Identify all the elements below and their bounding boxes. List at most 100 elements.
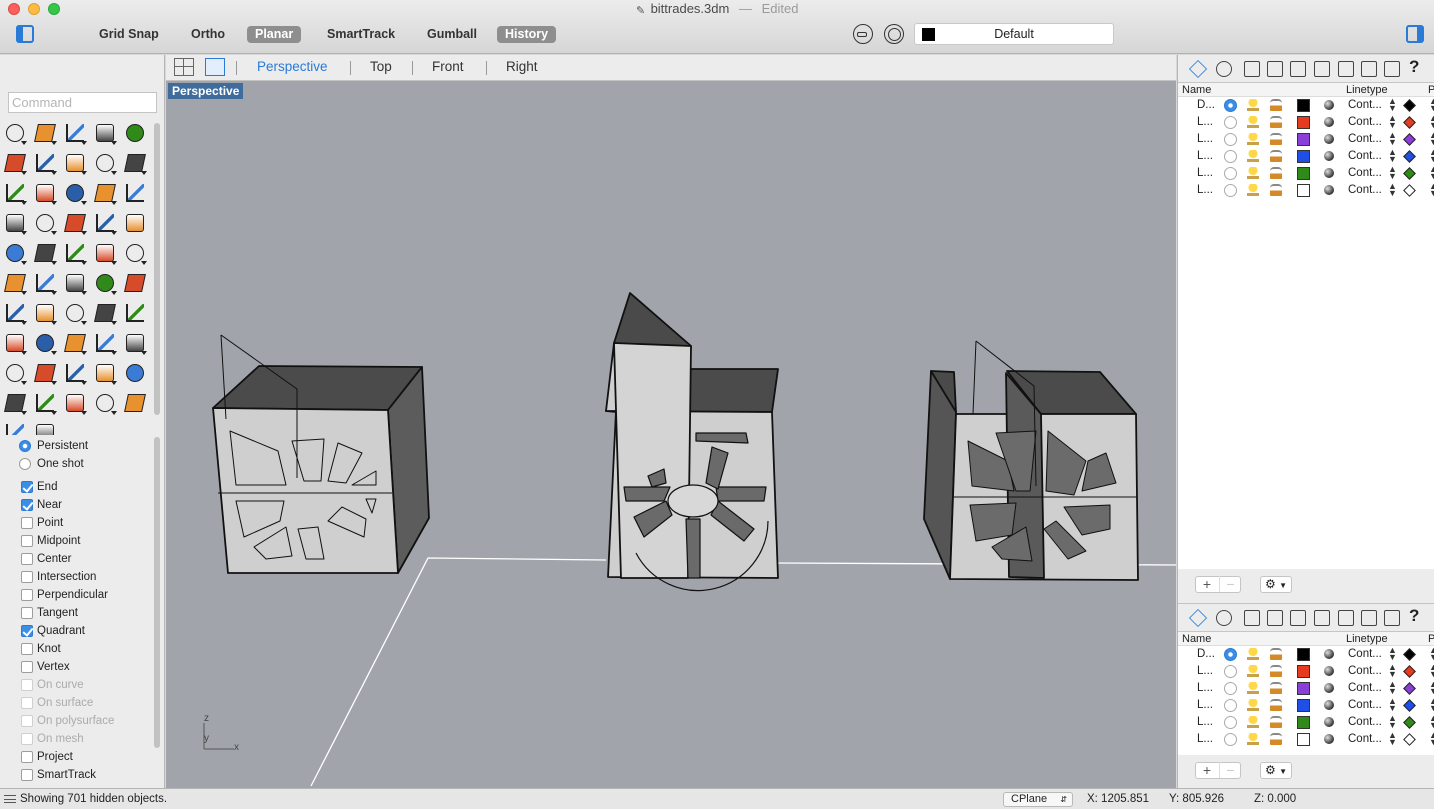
viewport-icon[interactable] xyxy=(1361,61,1377,77)
name-column-header[interactable]: Name xyxy=(1182,632,1211,646)
visibility-bulb-icon[interactable] xyxy=(1247,716,1259,728)
layer-color-swatch[interactable] xyxy=(1297,733,1310,746)
linetype-stepper-icon[interactable]: ▲ ▼ xyxy=(1388,697,1397,713)
rebuild-tool-icon[interactable] xyxy=(93,241,117,265)
unlock-icon[interactable] xyxy=(1270,716,1282,728)
document-icon[interactable] xyxy=(1244,610,1260,626)
planar-button[interactable]: Planar xyxy=(247,26,302,43)
checkbox[interactable] xyxy=(21,499,33,511)
visibility-bulb-icon[interactable] xyxy=(1247,665,1259,677)
flyout-indicator-icon[interactable] xyxy=(81,141,87,145)
checkbox[interactable] xyxy=(21,607,33,619)
current-layer-radio[interactable] xyxy=(1224,99,1237,112)
help-icon[interactable]: ? xyxy=(1409,58,1425,76)
add-remove-layer-control[interactable]: + − xyxy=(1195,576,1241,593)
smarttrack-button[interactable]: SmartTrack xyxy=(319,26,403,43)
flyout-indicator-icon[interactable] xyxy=(51,201,57,205)
checkbox[interactable] xyxy=(21,643,33,655)
box-solid-tool-icon[interactable] xyxy=(63,181,87,205)
flyout-indicator-icon[interactable] xyxy=(21,141,27,145)
grid-array-tool-icon[interactable] xyxy=(3,301,27,325)
material-icon[interactable] xyxy=(1324,683,1334,693)
linetype-stepper-icon[interactable]: ▲ ▼ xyxy=(1388,646,1397,662)
flyout-indicator-icon[interactable] xyxy=(21,261,27,265)
display-icon[interactable] xyxy=(1216,610,1232,626)
print-color-diamond-icon[interactable] xyxy=(1403,150,1416,163)
arc-tool-icon[interactable] xyxy=(33,151,57,175)
material-icon[interactable] xyxy=(1324,117,1334,127)
flyout-indicator-icon[interactable] xyxy=(21,381,27,385)
osnap-project[interactable]: Project xyxy=(14,748,154,766)
osnap-tangent[interactable]: Tangent xyxy=(14,604,154,622)
cylinder-tool-icon[interactable] xyxy=(123,181,147,205)
unlock-icon[interactable] xyxy=(1270,150,1282,162)
material-icon[interactable] xyxy=(1324,168,1334,178)
current-layer-radio[interactable] xyxy=(1224,116,1237,129)
explode-tool-icon[interactable] xyxy=(63,211,87,235)
command-input[interactable]: Command xyxy=(8,92,157,113)
osnap-scrollbar[interactable] xyxy=(154,437,160,748)
print-column-header[interactable]: P xyxy=(1428,632,1434,646)
select-arrow-tool-icon[interactable] xyxy=(3,121,27,145)
print-color-diamond-icon[interactable] xyxy=(1403,665,1416,678)
osnap-quadrant[interactable]: Quadrant xyxy=(14,622,154,640)
osnap-on-surface[interactable]: On surface xyxy=(14,694,154,712)
record-history-icon[interactable] xyxy=(884,24,904,44)
flyout-indicator-icon[interactable] xyxy=(21,411,27,415)
checkbox[interactable] xyxy=(21,481,33,493)
monitor-icon[interactable] xyxy=(1384,61,1400,77)
layer-name[interactable]: L... xyxy=(1197,731,1213,748)
unlock-icon[interactable] xyxy=(1270,133,1282,145)
visibility-bulb-icon[interactable] xyxy=(1247,150,1259,162)
print-color-stepper-icon[interactable]: ▲ ▼ xyxy=(1429,131,1434,147)
current-layer-radio[interactable] xyxy=(1224,733,1237,746)
tab-top[interactable]: Top xyxy=(370,59,392,74)
layer-row[interactable]: D... Cont... ▲ ▼ ▲ ▼ xyxy=(1178,646,1434,663)
dimension-tool-icon[interactable] xyxy=(123,271,147,295)
visibility-bulb-icon[interactable] xyxy=(1247,116,1259,128)
material-icon[interactable] xyxy=(1324,717,1334,727)
layer-name[interactable]: L... xyxy=(1197,165,1213,182)
flyout-indicator-icon[interactable] xyxy=(51,291,57,295)
viewport-title-label[interactable]: Perspective xyxy=(168,83,244,99)
array-tool-icon[interactable] xyxy=(33,271,57,295)
trim-edge-tool-icon[interactable] xyxy=(33,421,57,435)
linetype-column-header[interactable]: Linetype xyxy=(1346,83,1388,97)
sphere-boolean-tool-icon[interactable] xyxy=(93,181,117,205)
puzzle-join-tool-icon[interactable] xyxy=(33,211,57,235)
layer-row[interactable]: L... Cont... ▲ ▼ ▲ ▼ xyxy=(1178,165,1434,182)
flyout-indicator-icon[interactable] xyxy=(51,321,57,325)
trim-tool-icon[interactable] xyxy=(93,211,117,235)
unlock-icon[interactable] xyxy=(1270,167,1282,179)
linetype-stepper-icon[interactable]: ▲ ▼ xyxy=(1388,663,1397,679)
grid-snap-button[interactable]: Grid Snap xyxy=(91,26,167,43)
tab-perspective[interactable]: Perspective xyxy=(257,59,328,74)
linetype-stepper-icon[interactable]: ▲ ▼ xyxy=(1388,131,1397,147)
checkbox[interactable] xyxy=(21,679,33,691)
align-tool-icon[interactable] xyxy=(33,301,57,325)
unlock-icon[interactable] xyxy=(1270,665,1282,677)
checkbox[interactable] xyxy=(21,733,33,745)
point-tool-icon[interactable] xyxy=(33,121,57,145)
flyout-indicator-icon[interactable] xyxy=(51,351,57,355)
unlock-icon[interactable] xyxy=(1270,699,1282,711)
flyout-indicator-icon[interactable] xyxy=(111,171,117,175)
current-layer-radio[interactable] xyxy=(1224,716,1237,729)
flyout-indicator-icon[interactable] xyxy=(81,381,87,385)
remove-layer-button[interactable]: − xyxy=(1219,762,1241,778)
render-icon[interactable] xyxy=(1314,610,1330,626)
radio-button[interactable] xyxy=(19,440,31,452)
flyout-indicator-icon[interactable] xyxy=(141,351,147,355)
checkbox[interactable] xyxy=(21,517,33,529)
print-color-stepper-icon[interactable]: ▲ ▼ xyxy=(1429,697,1434,713)
linetype-stepper-icon[interactable]: ▲ ▼ xyxy=(1388,148,1397,164)
layer-name[interactable]: L... xyxy=(1197,697,1213,714)
linetype-value[interactable]: Cont... xyxy=(1348,182,1382,199)
current-layer-radio[interactable] xyxy=(1224,682,1237,695)
checkbox[interactable] xyxy=(21,751,33,763)
layer-row[interactable]: L... Cont... ▲ ▼ ▲ ▼ xyxy=(1178,182,1434,199)
print-color-stepper-icon[interactable]: ▲ ▼ xyxy=(1429,182,1434,198)
split-tool-icon[interactable] xyxy=(123,211,147,235)
move-gumball-tool-icon[interactable] xyxy=(3,331,27,355)
osnap-mode-one-shot[interactable]: One shot xyxy=(14,455,154,473)
